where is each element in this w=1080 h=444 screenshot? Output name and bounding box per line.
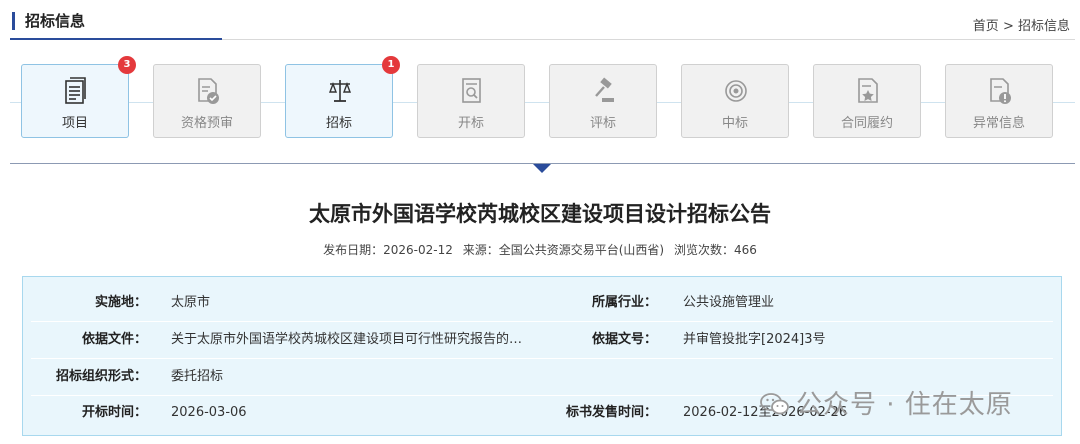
org-value: 委托招标	[171, 369, 224, 384]
step-prequalification[interactable]: 资格预审	[153, 64, 261, 138]
title-underline	[10, 38, 222, 40]
docno-label: 依据文号：	[591, 332, 657, 347]
page-header: 招标信息 首页 > 招标信息	[0, 0, 1080, 42]
source: 来源：全国公共资源交易平台(山西省)	[462, 243, 665, 257]
step-label: 招标	[325, 116, 352, 131]
open-time-label: 开标时间：	[81, 405, 147, 420]
step-exception[interactable]: 异常信息	[945, 64, 1053, 138]
publish-date: 发布日期：2026-02-12	[323, 243, 453, 257]
step-bid-opening[interactable]: 开标	[417, 64, 525, 138]
org-label: 招标组织形式：	[55, 369, 147, 384]
table-row: 实施地： 太原市 所属行业： 公共设施管理业	[31, 285, 1053, 322]
document-icon	[65, 77, 86, 104]
table-row: 依据文件： 关于太原市外国语学校芮城校区建设项目可行性研究报告的… 依据文号： …	[31, 322, 1053, 359]
step-label: 开标	[457, 116, 484, 131]
target-icon	[725, 80, 747, 102]
open-time-value: 2026-03-06	[171, 405, 247, 420]
step-label: 合同履约	[840, 116, 893, 131]
step-evaluation[interactable]: 评标	[549, 64, 657, 138]
wechat-icon	[760, 393, 789, 415]
step-label: 评标	[589, 116, 616, 131]
breadcrumb-separator: >	[1002, 19, 1014, 34]
watermark-text: 公众号 · 住在太原	[796, 390, 1013, 420]
watermark: 公众号 · 住在太原	[760, 384, 1013, 421]
step-label: 资格预审	[180, 116, 233, 131]
scale-icon	[328, 80, 352, 102]
warning-document-icon	[990, 78, 1011, 104]
location-value: 太原市	[171, 295, 211, 310]
checked-document-icon	[198, 78, 219, 104]
active-step-pointer	[533, 164, 551, 173]
contract-star-icon	[858, 78, 878, 103]
step-count-badge: 3	[118, 56, 136, 74]
industry-value: 公共设施管理业	[683, 295, 775, 310]
sale-time-label: 标书发售时间：	[565, 405, 657, 420]
header-divider	[222, 39, 1075, 40]
step-label: 异常信息	[972, 116, 1025, 131]
industry-label: 所属行业：	[591, 295, 657, 310]
breadcrumb: 首页 > 招标信息	[973, 15, 1070, 34]
section-title: 招标信息	[12, 12, 85, 30]
step-tender[interactable]: 招标 1	[285, 56, 400, 138]
breadcrumb-home-link[interactable]: 首页	[973, 19, 999, 34]
basis-value[interactable]: 关于太原市外国语学校芮城校区建设项目可行性研究报告的…	[171, 322, 522, 358]
announcement-meta: 发布日期：2026-02-12 来源：全国公共资源交易平台(山西省) 浏览次数：…	[0, 241, 1080, 258]
step-label: 项目	[61, 116, 88, 131]
step-count-badge: 1	[382, 56, 400, 74]
announcement-title: 太原市外国语学校芮城校区建设项目设计招标公告	[309, 202, 771, 226]
location-label: 实施地：	[94, 295, 147, 310]
docno-value: 并审管投批字[2024]3号	[683, 332, 826, 347]
step-award[interactable]: 中标	[681, 64, 789, 138]
basis-label: 依据文件：	[81, 332, 147, 347]
step-contract[interactable]: 合同履约	[813, 64, 921, 138]
view-count: 浏览次数：466	[673, 243, 757, 257]
document-search-icon	[462, 78, 481, 103]
breadcrumb-current[interactable]: 招标信息	[1018, 19, 1070, 34]
step-project[interactable]: 项目 3	[21, 56, 136, 138]
gavel-icon	[595, 77, 614, 102]
step-label: 中标	[721, 116, 748, 131]
